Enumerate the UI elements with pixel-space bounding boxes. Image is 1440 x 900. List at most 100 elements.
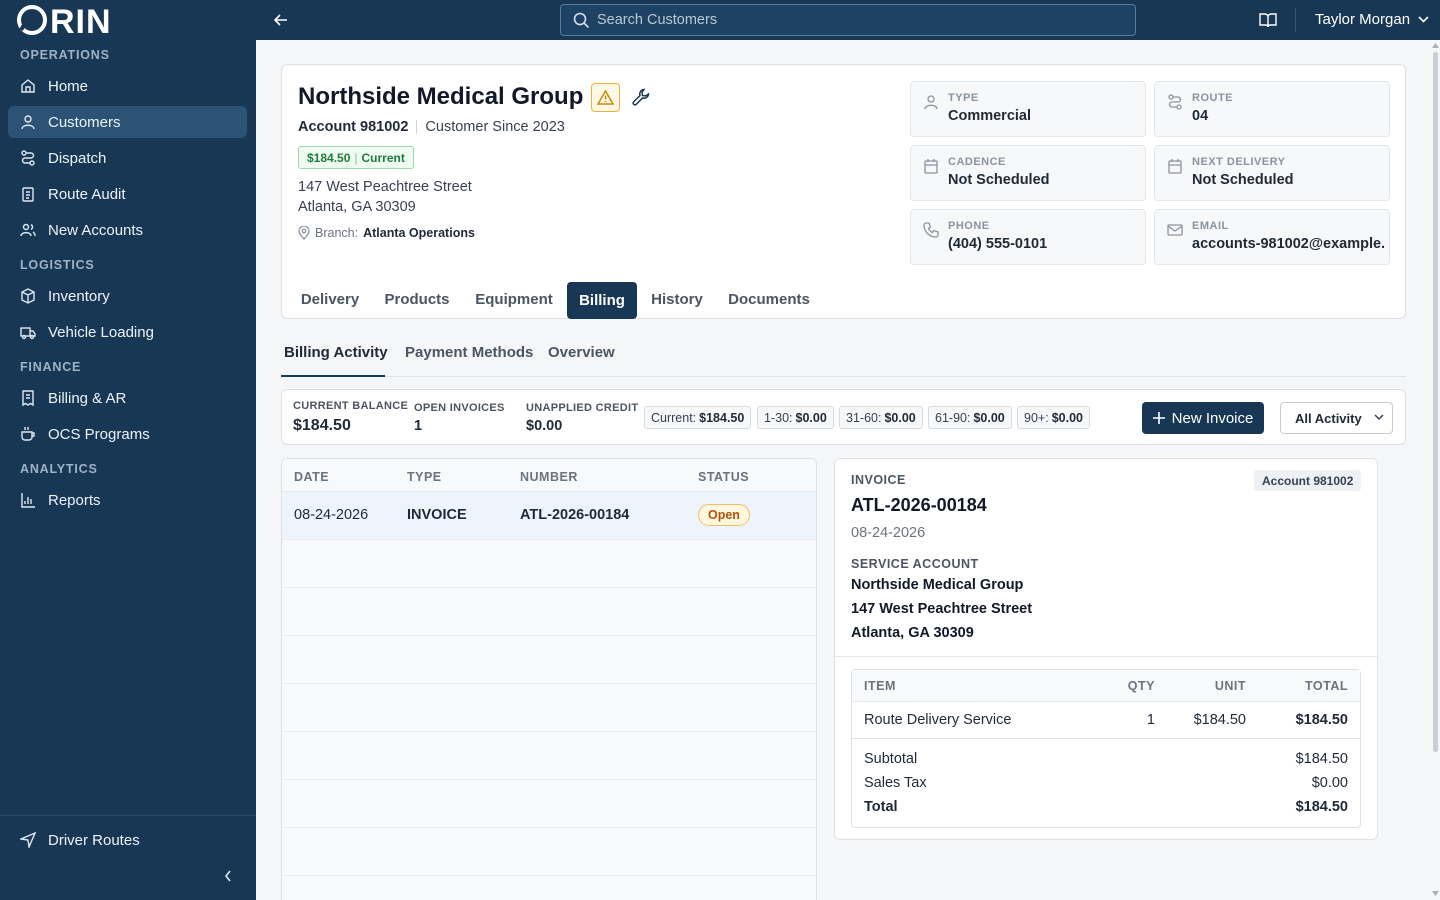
orin-logo-icon: RIN xyxy=(17,3,111,37)
user-icon xyxy=(924,95,938,110)
tab-documents[interactable]: Documents xyxy=(718,281,820,318)
info-value: 04 xyxy=(1192,108,1209,124)
box-icon xyxy=(20,288,36,304)
nav-item-label: Route Audit xyxy=(48,185,126,203)
info-label: PHONE xyxy=(948,220,990,232)
activity-filter-value: All Activity xyxy=(1295,410,1362,426)
nav-item-label: Customers xyxy=(48,113,121,131)
search-box xyxy=(560,4,1136,36)
activity-filter-select[interactable]: All Activity xyxy=(1280,402,1393,434)
tab-products[interactable]: Products xyxy=(374,281,460,318)
book-open-icon xyxy=(1259,13,1277,28)
nav-item-driver-routes[interactable]: Driver Routes xyxy=(8,824,247,856)
billing-activity-table: DATE TYPE NUMBER STATUS 08-24-2026 INVOI… xyxy=(281,458,817,900)
tab-delivery[interactable]: Delivery xyxy=(290,281,370,318)
empty-row xyxy=(282,636,816,684)
nav-item-home[interactable]: Home xyxy=(8,70,247,102)
column-header-date[interactable]: DATE xyxy=(294,470,329,484)
pill-separator: | xyxy=(354,150,358,165)
column-header-total: TOTAL xyxy=(1304,679,1348,693)
aging-value: $0.00 xyxy=(973,410,1005,425)
aging-label: 61-90: xyxy=(935,410,971,425)
nav-item-inventory[interactable]: Inventory xyxy=(8,280,247,312)
nav-item-label: Vehicle Loading xyxy=(48,323,154,341)
phone-icon xyxy=(923,222,939,238)
service-tools-button[interactable] xyxy=(632,88,650,106)
balance-status: Current xyxy=(361,150,405,165)
info-tile-email[interactable]: EMAIL accounts-981002@example. xyxy=(1154,209,1390,265)
info-tile-phone[interactable]: PHONE (404) 555-0101 xyxy=(910,209,1146,265)
info-label: TYPE xyxy=(948,92,979,104)
table-row[interactable]: 08-24-2026 INVOICE ATL-2026-00184 Open xyxy=(282,492,816,540)
map-pin-icon xyxy=(298,226,310,240)
collapse-sidebar-button[interactable] xyxy=(219,867,237,885)
customer-since: Customer Since 2023 xyxy=(425,119,565,135)
empty-row xyxy=(282,684,816,732)
info-value: Not Scheduled xyxy=(948,172,1050,188)
line-item-unit: $184.50 xyxy=(1193,712,1246,728)
tab-billing[interactable]: Billing xyxy=(567,282,637,319)
subtab-overview[interactable]: Overview xyxy=(548,344,615,361)
tab-equipment[interactable]: Equipment xyxy=(464,281,564,318)
home-icon xyxy=(20,78,36,94)
nav-item-label: Driver Routes xyxy=(48,831,140,849)
scroll-down-icon xyxy=(1432,891,1439,896)
user-menu[interactable]: Taylor Morgan xyxy=(1315,11,1429,28)
nav-item-new-accounts[interactable]: New Accounts xyxy=(8,214,247,246)
back-button[interactable] xyxy=(272,11,290,29)
new-invoice-button[interactable]: New Invoice xyxy=(1142,402,1264,434)
service-address-line-2: Atlanta, GA 30309 xyxy=(851,625,974,641)
service-account-label: SERVICE ACCOUNT xyxy=(851,557,979,571)
subtotal-value: $184.50 xyxy=(1295,751,1348,767)
invoice-detail-card: INVOICE Account 981002 ATL-2026-00184 08… xyxy=(834,458,1378,840)
service-account-name: Northside Medical Group xyxy=(851,577,1024,593)
users-icon xyxy=(20,222,36,238)
status-badge: Open xyxy=(698,504,750,526)
aging-label: 90+: xyxy=(1024,410,1049,425)
info-label: EMAIL xyxy=(1192,220,1229,232)
subtab-payment-methods[interactable]: Payment Methods xyxy=(405,344,533,361)
nav-item-ocs-programs[interactable]: OCS Programs xyxy=(8,418,247,450)
nav-item-billing-ar[interactable]: Billing & AR xyxy=(8,382,247,414)
aging-value: $0.00 xyxy=(1051,410,1083,425)
empty-row xyxy=(282,780,816,828)
plus-icon xyxy=(1152,412,1165,424)
nav-item-label: Inventory xyxy=(48,287,110,305)
column-header-status[interactable]: STATUS xyxy=(698,470,749,484)
column-header-number[interactable]: NUMBER xyxy=(520,470,578,484)
nav-item-label: Home xyxy=(48,77,89,95)
open-invoices-value: 1 xyxy=(414,418,423,434)
nav-item-label: OCS Programs xyxy=(48,425,150,443)
chevron-left-icon xyxy=(224,870,231,882)
info-tile-route: ROUTE 04 xyxy=(1154,81,1390,137)
subtab-billing-activity[interactable]: Billing Activity xyxy=(284,344,388,361)
user-icon xyxy=(20,114,36,130)
subtotal-label: Subtotal xyxy=(864,751,918,767)
sales-tax-value: $0.00 xyxy=(1311,775,1348,791)
page-scrollbar[interactable] xyxy=(1431,40,1440,900)
nav-section-logistics: LOGISTICS xyxy=(20,258,95,272)
nav-item-route-audit[interactable]: Route Audit xyxy=(8,178,247,210)
billing-summary-bar: CURRENT BALANCE $184.50 OPEN INVOICES 1 … xyxy=(281,389,1406,445)
brand-logo[interactable]: RIN xyxy=(16,3,126,37)
nav-item-customers[interactable]: Customers xyxy=(8,106,247,138)
empty-row xyxy=(282,876,816,900)
nav-item-label: Dispatch xyxy=(48,149,107,167)
info-tile-next-delivery: NEXT DELIVERY Not Scheduled xyxy=(1154,145,1390,201)
scroll-thumb[interactable] xyxy=(1433,52,1438,752)
help-docs-button[interactable] xyxy=(1259,11,1277,29)
nav-item-reports[interactable]: Reports xyxy=(8,484,247,516)
column-header-type[interactable]: TYPE xyxy=(407,470,442,484)
address-line-1: 147 West Peachtree Street xyxy=(298,179,472,195)
balance-status-pill: $184.50 | Current xyxy=(298,146,414,169)
nav-item-vehicle-loading[interactable]: Vehicle Loading xyxy=(8,316,247,348)
search-input[interactable] xyxy=(597,5,1127,35)
aging-bucket-current: Current: $184.50 xyxy=(644,406,752,429)
alert-badge[interactable] xyxy=(591,83,620,112)
info-label: NEXT DELIVERY xyxy=(1192,156,1286,168)
current-balance-label: CURRENT BALANCE xyxy=(293,400,409,412)
tab-history[interactable]: History xyxy=(640,281,714,318)
line-item-name: Route Delivery Service xyxy=(864,712,1012,728)
aging-value: $0.00 xyxy=(795,410,827,425)
nav-item-dispatch[interactable]: Dispatch xyxy=(8,142,247,174)
